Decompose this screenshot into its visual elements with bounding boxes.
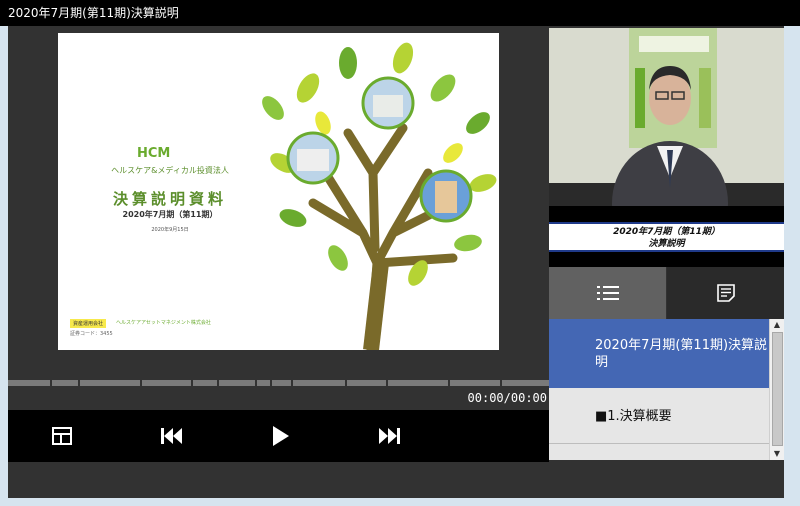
chapter-item[interactable]: ■1.決算概要 [549,390,769,444]
play-icon [273,426,289,446]
slide-footer-badge: 資産運用会社 [70,319,107,328]
slide-date: 2020年9月15日 [151,227,189,233]
previous-chapter-button[interactable] [142,410,202,462]
player-window: 2020年7月期(第11期)決算説明 HCM ヘルスケア&メディカル投資法人 決… [0,0,800,506]
window-title: 2020年7月期(第11期)決算説明 [0,0,800,26]
slide-logo: HCM [137,146,171,161]
chapter-marker [255,380,257,386]
play-button[interactable] [251,410,311,462]
video-caption: 2020年7月期（第11期） 決算説明 [549,222,784,252]
layout-button[interactable] [32,410,92,462]
skip-next-icon [379,428,400,444]
chapter-marker [345,380,347,386]
presenter-video: 2020年7月期（第11期） 決算説明 [549,28,784,267]
chapter-marker [448,380,450,386]
scrollbar-thumb[interactable] [772,332,783,446]
skip-previous-icon [161,428,182,444]
slide-footer-code: 証券コード：3455 [70,331,113,337]
caption-line-2: 決算説明 [648,239,685,249]
side-panel-tabs [549,267,784,319]
chapter-item-selected[interactable]: 2020年7月期(第11期)決算説明 [549,319,769,388]
presenter-image [549,28,784,206]
layout-icon [52,427,72,445]
scroll-down-arrow-icon[interactable]: ▼ [770,448,784,460]
tab-chapters[interactable] [549,267,666,319]
slide-doc-title: 決算説明資料 [112,190,227,208]
tree-illustration [262,42,497,350]
control-bar [8,410,549,462]
chapter-list-scrollbar[interactable]: ▲ ▼ [769,319,784,460]
next-chapter-button[interactable] [359,410,419,462]
scroll-up-arrow-icon[interactable]: ▲ [770,319,784,331]
chapter-marker [140,380,142,386]
slide-view: HCM ヘルスケア&メディカル投資法人 決算説明資料 2020年7月期（第11期… [58,33,499,350]
chapter-marker [386,380,388,386]
slide-corp-name: ヘルスケア&メディカル投資法人 [111,166,229,175]
list-icon [596,286,619,300]
slide-period: 2020年7月期（第11期） [122,210,218,219]
caption-line-1: 2020年7月期（第11期） [613,227,720,237]
notes-icon [716,284,735,302]
tab-notes[interactable] [667,267,784,319]
chapter-marker [217,380,219,386]
slide-footer-corp: ヘルスケアアセットマネジメント株式会社 [116,320,211,326]
chapter-marker [500,380,502,386]
time-display: 00:00/00:00 [467,391,547,405]
chapter-marker [291,380,293,386]
chapter-marker [50,380,52,386]
seek-bar[interactable] [8,380,549,386]
chapter-marker [270,380,272,386]
chapter-marker [191,380,193,386]
chapter-list: 2020年7月期(第11期)決算説明 ■1.決算概要 ▲ ▼ [549,319,784,460]
player-stage: HCM ヘルスケア&メディカル投資法人 決算説明資料 2020年7月期（第11期… [8,26,784,498]
chapter-marker [78,380,80,386]
